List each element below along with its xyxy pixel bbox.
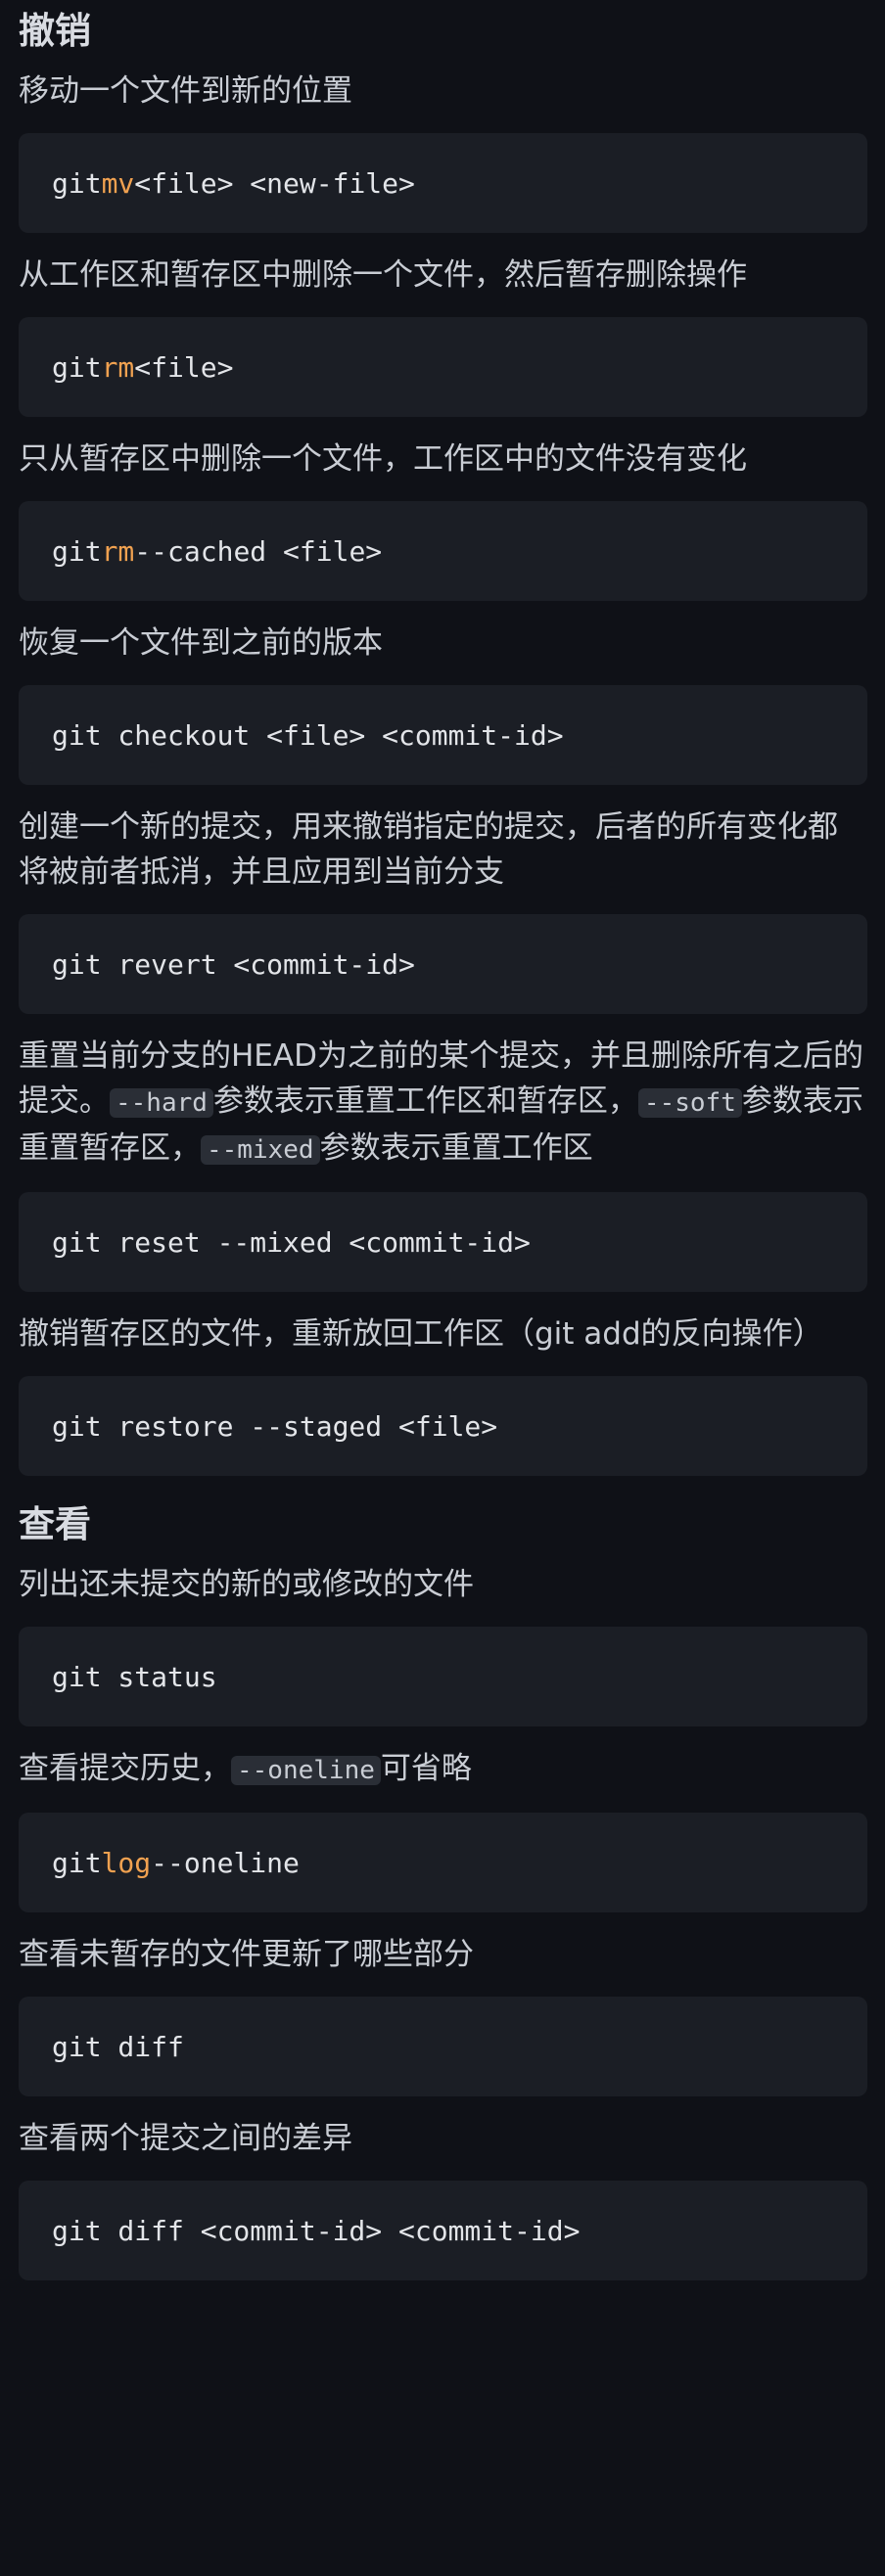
code-cmd: git [52, 534, 102, 568]
desc-rm: 从工作区和暂存区中删除一个文件，然后暂存删除操作 [19, 257, 747, 293]
code-args: --oneline [151, 1846, 300, 1879]
inline-code-oneline: --oneline [231, 1756, 381, 1785]
code-block-reset[interactable]: git reset --mixed <commit-id> [19, 1192, 867, 1292]
code-block-revert[interactable]: git revert <commit-id> [19, 914, 867, 1014]
code-block-status[interactable]: git status [19, 1627, 867, 1726]
desc-status: 列出还未提交的新的或修改的文件 [19, 1567, 474, 1602]
code-cmd: git [52, 166, 102, 200]
code-block-mv[interactable]: git mv <file> <new-file> [19, 133, 867, 233]
code-keyword: mv [101, 166, 135, 200]
desc-log-part-b: 可省略 [380, 1751, 472, 1786]
code-keyword: log [101, 1846, 152, 1879]
code-block-restore[interactable]: git restore --staged <file> [19, 1376, 867, 1476]
section-title-view: 查看 [19, 1503, 91, 1545]
code-keyword: rm [101, 350, 135, 384]
desc-rm-cached: 只从暂存区中删除一个文件，工作区中的文件没有变化 [19, 441, 747, 477]
document-page: 撤销 移动一个文件到新的位置 git mv <file> <new-file> … [0, 0, 885, 2280]
inline-code-soft: --soft [637, 1088, 742, 1118]
code-block-diff-commits[interactable]: git diff <commit-id> <commit-id> [19, 2181, 867, 2280]
code-block-rm[interactable]: git rm <file> [19, 317, 867, 417]
desc-reset-part-b: 参数表示重置工作区和暂存区， [212, 1083, 638, 1119]
inline-code-hard: --hard [110, 1088, 213, 1118]
desc-diff-commits: 查看两个提交之间的差异 [19, 2121, 352, 2156]
desc-reset-part-d: 参数表示重置工作区 [319, 1130, 593, 1166]
code-args: <file> <new-file> [134, 166, 415, 200]
code-cmd: git [52, 1846, 102, 1879]
desc-mv: 移动一个文件到新的位置 [19, 73, 352, 109]
code-block-diff[interactable]: git diff [19, 1997, 867, 2096]
code-keyword: rm [101, 534, 135, 568]
desc-diff: 查看未暂存的文件更新了哪些部分 [19, 1937, 474, 1972]
code-args: <file> [134, 350, 234, 384]
code-args: --cached <file> [134, 534, 383, 568]
code-cmd: git [52, 350, 102, 384]
desc-checkout: 恢复一个文件到之前的版本 [19, 625, 383, 661]
code-block-checkout[interactable]: git checkout <file> <commit-id> [19, 685, 867, 785]
desc-log-part-a: 查看提交历史， [19, 1751, 231, 1786]
code-block-rm-cached[interactable]: git rm --cached <file> [19, 501, 867, 601]
desc-log: 查看提交历史， --oneline 可省略 [19, 1746, 867, 1793]
desc-revert: 创建一个新的提交，用来撤销指定的提交，后者的所有变化都将被前者抵消，并且应用到当… [19, 809, 838, 890]
desc-reset: 重置当前分支的HEAD为之前的某个提交，并且删除所有之后的提交。 --hard 参数… [19, 1034, 867, 1173]
code-block-log[interactable]: git log --oneline [19, 1813, 867, 1912]
desc-restore: 撤销暂存区的文件，重新放回工作区（git add的反向操作） [19, 1316, 823, 1352]
section-title-undo: 撤销 [19, 10, 91, 52]
inline-code-mixed: --mixed [201, 1135, 320, 1165]
